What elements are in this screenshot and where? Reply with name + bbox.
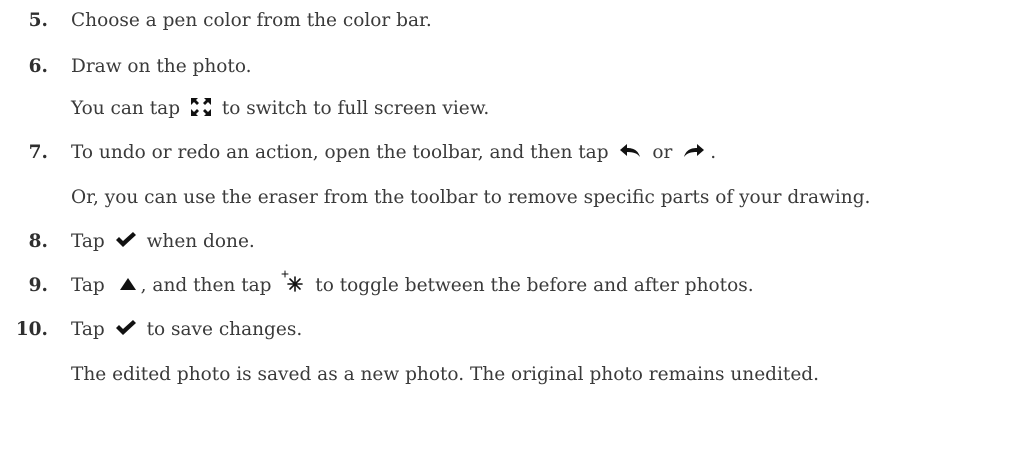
fullscreen-icon [190,97,212,117]
redo-icon [682,143,706,159]
note-text: The edited photo is saved as a new photo… [71,364,820,385]
note-text: You can tap to switch to full screen vie… [71,94,489,124]
check-icon [115,319,137,337]
step-text-after: to toggle between the before and after p… [315,275,754,296]
note-text-before: You can tap [71,98,181,119]
sparkle-icon [281,270,305,294]
step-number: 8. [28,231,48,252]
step-text: Tap to save changes. [71,315,302,345]
up-arrow-icon [119,277,137,291]
note-text: Or, you can use the eraser from the tool… [71,187,871,208]
step-number: 5. [28,10,48,31]
step-text: Draw on the photo. [71,56,252,77]
step-text-after: to save changes. [146,319,303,340]
undo-icon [618,143,642,159]
step-number: 9. [28,275,48,296]
note-text-after: to switch to full screen view. [221,98,490,119]
step-text-after: . [710,142,717,163]
step-number: 7. [28,142,48,163]
step-text-before: Tap [71,275,105,296]
step-number: 10. [15,319,48,340]
check-icon [115,231,137,249]
step-text: To undo or redo an action, open the tool… [71,138,716,168]
step-text-before: To undo or redo an action, open the tool… [71,142,609,163]
step-text-after: when done. [146,231,255,252]
step-text: Tap when done. [71,227,255,257]
step-number: 6. [28,56,48,77]
step-text-before: Tap [71,319,105,340]
instruction-document: 5. Choose a pen color from the color bar… [0,0,1024,460]
step-text-middle: , and then tap [140,275,272,296]
step-text-middle: or [652,142,673,163]
step-text: Tap , and then tap to toggle between the… [71,270,754,301]
step-text: Choose a pen color from the color bar. [71,10,432,31]
step-text-before: Tap [71,231,105,252]
